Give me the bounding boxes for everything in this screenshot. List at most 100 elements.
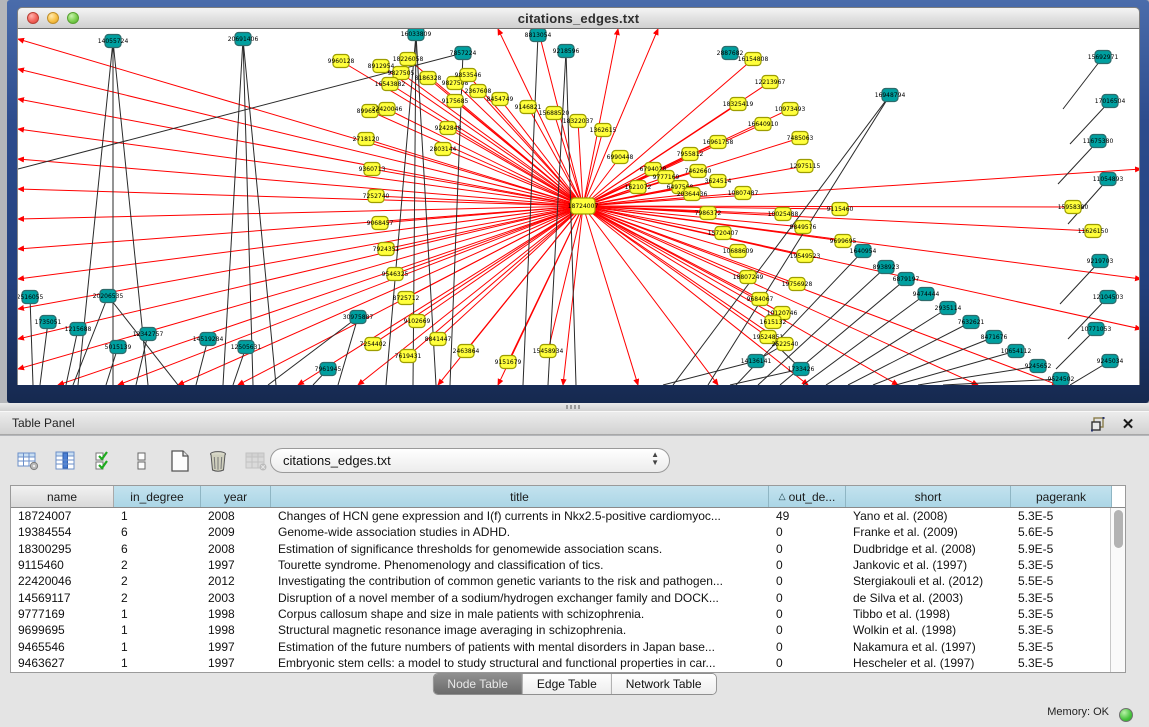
graph-node[interactable]: 2718120 <box>353 133 380 146</box>
delete-table-icon[interactable] <box>242 448 269 474</box>
table-cell[interactable]: 5.9E-5 <box>1011 541 1106 557</box>
graph-node[interactable]: 7619431 <box>395 350 422 363</box>
column-header-pagerank[interactable]: pagerank <box>1011 486 1112 507</box>
column-header-name[interactable]: name <box>11 486 114 507</box>
table-cell[interactable]: 1 <box>114 638 201 654</box>
citation-edge-black[interactable] <box>918 366 1038 385</box>
graph-node[interactable]: 9219703 <box>1087 255 1114 268</box>
citation-edge-red[interactable] <box>583 206 773 322</box>
graph-node[interactable]: 15458934 <box>533 345 564 358</box>
graph-node[interactable]: 7485063 <box>787 132 814 145</box>
graph-node[interactable]: 10807487 <box>728 187 759 200</box>
table-cell[interactable]: 2009 <box>201 524 271 540</box>
graph-node[interactable]: 1362615 <box>590 124 617 137</box>
citation-edge-red[interactable] <box>18 159 583 206</box>
graph-node[interactable]: 8471676 <box>981 331 1008 344</box>
graph-node[interactable]: 10025488 <box>768 208 799 221</box>
graph-node[interactable]: 18226058 <box>393 53 424 66</box>
table-cell[interactable]: 49 <box>769 508 846 524</box>
citation-edge-red[interactable] <box>417 206 583 321</box>
table-row[interactable]: 911546021997Tourette syndrome. Phenomeno… <box>11 557 1110 573</box>
graph-node[interactable]: 1215688 <box>65 323 92 336</box>
table-cell[interactable]: 2 <box>114 589 201 605</box>
tab-network-table[interactable]: Network Table <box>612 674 716 694</box>
citation-edge-black[interactable] <box>40 322 48 385</box>
table-cell[interactable]: 1 <box>114 508 201 524</box>
graph-node[interactable]: 16033809 <box>401 29 432 41</box>
graph-node[interactable]: 19756928 <box>782 278 813 291</box>
table-row[interactable]: 946362711997Embryonic stem cells: a mode… <box>11 655 1110 671</box>
graph-node[interactable]: 7857224 <box>450 47 477 60</box>
graph-node[interactable]: 1733426 <box>788 363 815 376</box>
citation-edge-black[interactable] <box>73 296 108 385</box>
citation-edge-red[interactable] <box>583 206 1140 279</box>
table-cell[interactable]: 6 <box>114 541 201 557</box>
row-height-icon[interactable] <box>128 448 155 474</box>
graph-node[interactable]: 9849576 <box>790 221 817 234</box>
table-cell[interactable]: 2 <box>114 573 201 589</box>
citation-edge-red[interactable] <box>438 206 583 339</box>
graph-node[interactable]: 2803144 <box>430 143 457 156</box>
graph-node[interactable]: 7462660 <box>685 165 712 178</box>
table-cell[interactable]: 0 <box>769 622 846 638</box>
graph-node[interactable]: 1640954 <box>850 245 877 258</box>
graph-node[interactable]: 12213967 <box>755 76 786 89</box>
graph-node[interactable]: 11626150 <box>1078 225 1109 238</box>
table-cell[interactable]: 19384554 <box>11 524 114 540</box>
graph-hub-node[interactable]: 18724007 <box>568 198 599 214</box>
table-selector-dropdown[interactable]: citations_edges.txt ▲▼ <box>270 448 670 473</box>
citation-edge-black[interactable] <box>268 317 358 385</box>
graph-node[interactable]: 12505631 <box>231 341 262 354</box>
table-cell[interactable]: 1998 <box>201 622 271 638</box>
panel-splitter[interactable] <box>0 403 1149 411</box>
table-row[interactable]: 2242004622012Investigating the contribut… <box>11 573 1110 589</box>
table-row[interactable]: 1938455462009Genome-wide association stu… <box>11 524 1110 540</box>
citation-edge-red[interactable] <box>18 206 583 339</box>
table-cell[interactable]: 1997 <box>201 638 271 654</box>
citation-edge-red[interactable] <box>178 206 583 385</box>
graph-node[interactable]: 3624514 <box>705 175 732 188</box>
table-mode-icon[interactable] <box>14 448 41 474</box>
column-header-short[interactable]: short <box>846 486 1011 507</box>
table-cell[interactable]: 2 <box>114 557 201 573</box>
graph-node[interactable]: 9115460 <box>827 203 854 216</box>
citation-edge-black[interactable] <box>30 297 33 385</box>
graph-node[interactable]: 14519284 <box>193 333 224 346</box>
graph-node[interactable]: 10688609 <box>723 245 754 258</box>
graph-node[interactable]: 9218596 <box>553 45 580 58</box>
table-cell[interactable]: Corpus callosum shape and size in male p… <box>271 606 769 622</box>
graph-node[interactable]: 14055724 <box>98 35 129 48</box>
table-row[interactable]: 1830029562008Estimation of significance … <box>11 541 1110 557</box>
citation-edge-black[interactable] <box>223 39 243 385</box>
table-cell[interactable]: 0 <box>769 638 846 654</box>
table-cell[interactable]: Embryonic stem cells: a model to study s… <box>271 655 769 671</box>
table-cell[interactable]: 0 <box>769 524 846 540</box>
graph-node[interactable]: 12342757 <box>133 328 164 341</box>
table-cell[interactable]: Changes of HCN gene expression and I(f) … <box>271 508 769 524</box>
column-edit-icon[interactable] <box>52 448 79 474</box>
graph-node[interactable]: 9245652 <box>1025 360 1052 373</box>
column-header-out_de[interactable]: △out_de... <box>769 486 846 507</box>
delete-column-icon[interactable] <box>204 448 231 474</box>
graph-node[interactable]: 8938923 <box>873 261 900 274</box>
citation-edge-red[interactable] <box>583 29 658 206</box>
table-cell[interactable]: 9465546 <box>11 638 114 654</box>
graph-node[interactable]: 15692971 <box>1088 51 1119 64</box>
graph-node[interactable]: 11675380 <box>1083 135 1114 148</box>
table-cell[interactable]: Wolkin et al. (1998) <box>846 622 1011 638</box>
close-panel-icon[interactable]: ✕ <box>1119 415 1137 433</box>
table-cell[interactable]: 1 <box>114 655 201 671</box>
table-row[interactable]: 946554611997Estimation of the future num… <box>11 638 1110 654</box>
table-cell[interactable]: Dudbridge et al. (2008) <box>846 541 1011 557</box>
table-cell[interactable]: 14569117 <box>11 589 114 605</box>
table-cell[interactable]: 1998 <box>201 606 271 622</box>
graph-node[interactable]: 7986372 <box>695 207 722 220</box>
graph-node[interactable]: 7254402 <box>360 338 387 351</box>
citation-edge-red[interactable] <box>583 206 808 385</box>
graph-node[interactable]: 7924351 <box>373 243 400 256</box>
table-cell[interactable]: 5.5E-5 <box>1011 573 1106 589</box>
graph-node[interactable]: 8813054 <box>525 29 552 42</box>
table-cell[interactable]: 1997 <box>201 557 271 573</box>
graph-node[interactable]: 2463864 <box>453 345 480 358</box>
graph-node[interactable]: 2935114 <box>935 302 962 315</box>
